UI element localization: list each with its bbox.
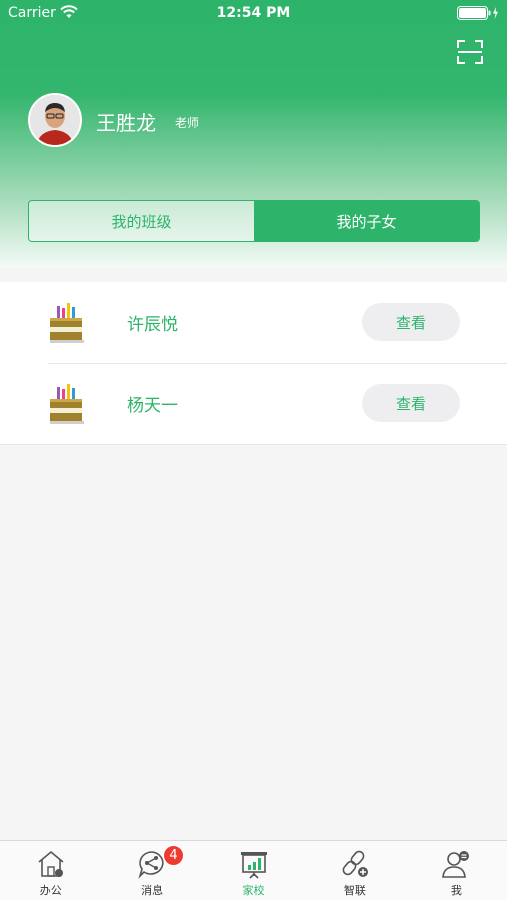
tab-label: 家校 <box>242 884 265 897</box>
tab-me[interactable]: 我 <box>406 841 507 900</box>
pencil-box-icon <box>50 303 84 343</box>
view-button[interactable]: 查看 <box>362 384 460 422</box>
user-name: 王胜龙 <box>96 111 156 135</box>
tab-label: 智联 <box>343 884 366 897</box>
child-name: 杨天一 <box>127 396 178 416</box>
tab-bar: 办公 消息 家校 智联 我 <box>0 840 507 900</box>
tab-my-children[interactable]: 我的子女 <box>254 201 479 241</box>
view-button[interactable]: 查看 <box>362 303 460 341</box>
tab-label: 消息 <box>141 884 164 897</box>
scan-icon[interactable] <box>457 40 483 64</box>
children-list: 许辰悦 查看 杨天一 查看 <box>0 282 507 445</box>
house-icon <box>38 850 64 877</box>
tab-label: 办公 <box>39 884 62 897</box>
list-item[interactable]: 许辰悦 查看 <box>0 282 507 363</box>
battery-charging-icon <box>457 6 498 20</box>
presentation-chart-icon <box>240 852 267 879</box>
user-icon <box>442 851 470 878</box>
tab-label: 我 <box>450 884 462 897</box>
header: Carrier 12:54 PM 王胜龙 老师 我的班级 我的子女 <box>0 0 507 268</box>
clock: 12:54 PM <box>216 5 291 21</box>
user-role: 老师 <box>175 116 200 130</box>
tab-my-class[interactable]: 我的班级 <box>29 201 254 241</box>
link-plus-icon <box>342 850 368 877</box>
avatar[interactable] <box>28 93 82 147</box>
tab-smart-link[interactable]: 智联 <box>304 841 405 900</box>
status-bar: Carrier 12:54 PM <box>0 0 507 28</box>
tab-office[interactable]: 办公 <box>0 841 101 900</box>
child-name: 许辰悦 <box>127 315 178 335</box>
tab-home-school[interactable]: 家校 <box>203 841 304 900</box>
tab-messages[interactable]: 消息 <box>101 841 202 900</box>
pencil-box-icon <box>50 384 84 424</box>
unread-badge: 4 <box>163 845 184 866</box>
divider <box>0 444 507 445</box>
list-item[interactable]: 杨天一 查看 <box>0 363 507 444</box>
segmented-control: 我的班级 我的子女 <box>28 200 480 242</box>
